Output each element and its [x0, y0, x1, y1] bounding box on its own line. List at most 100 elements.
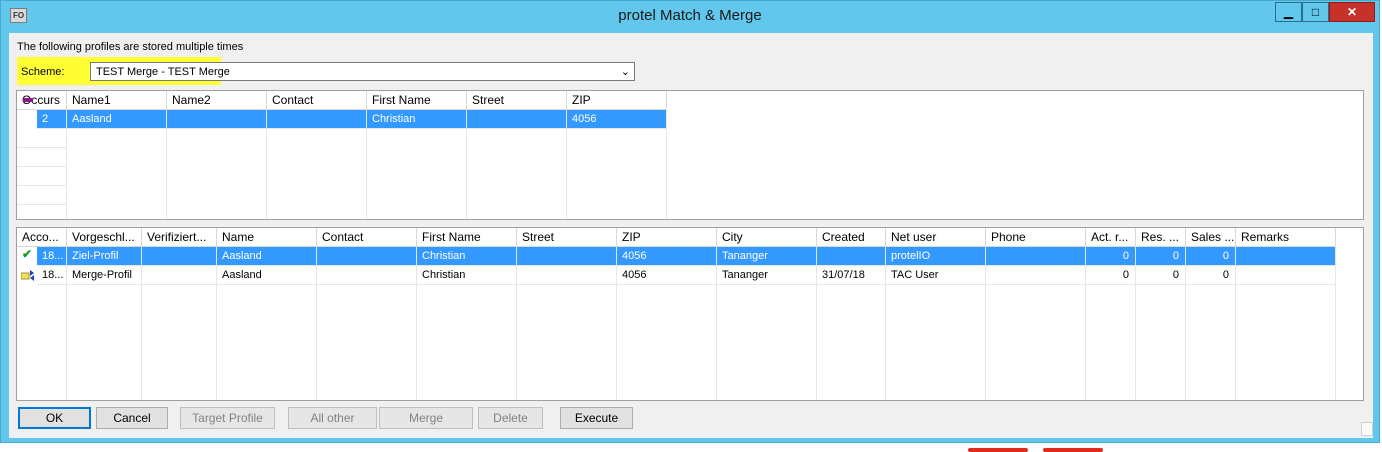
- cell-occurs[interactable]: 2: [37, 110, 67, 129]
- cell-name2[interactable]: [167, 110, 267, 129]
- cell-zip[interactable]: 4056: [567, 110, 667, 129]
- column-header-phone[interactable]: Phone: [986, 228, 1086, 247]
- cell-zip[interactable]: 4056: [617, 266, 717, 285]
- target-profile-button[interactable]: Target Profile: [180, 407, 275, 429]
- column-header-first-name[interactable]: First Name: [367, 91, 467, 110]
- cell-street[interactable]: [517, 266, 617, 285]
- scheme-dropdown[interactable]: TEST Merge - TEST Merge ⌄: [90, 62, 635, 81]
- cell-name[interactable]: Aasland: [217, 266, 317, 285]
- column-header-account[interactable]: Acco...: [17, 228, 67, 247]
- all-other-button[interactable]: All other: [288, 407, 377, 429]
- cell-vorgeschlagen[interactable]: Ziel-Profil: [67, 247, 142, 266]
- empty-cell: [17, 186, 67, 205]
- empty-cell: [217, 285, 317, 400]
- empty-cell: [317, 285, 417, 400]
- resize-grip[interactable]: [1361, 422, 1373, 436]
- cell-first-name[interactable]: Christian: [367, 110, 467, 129]
- cell-sales[interactable]: 0: [1186, 247, 1236, 266]
- column-header-res[interactable]: Res. ...: [1136, 228, 1186, 247]
- empty-cell: [717, 285, 817, 400]
- empty-cell: [1236, 285, 1336, 400]
- dialog-client: The following profiles are stored multip…: [9, 33, 1373, 438]
- cell-phone[interactable]: [986, 266, 1086, 285]
- empty-cell: [17, 129, 67, 148]
- cell-first-name[interactable]: Christian: [417, 247, 517, 266]
- column-header-verifiziert[interactable]: Verifiziert...: [142, 228, 217, 247]
- intro-text: The following profiles are stored multip…: [17, 41, 244, 53]
- empty-cell: [17, 205, 67, 219]
- current-row-marker-icon: [23, 98, 33, 102]
- cell-contact[interactable]: [317, 247, 417, 266]
- column-header-name1[interactable]: Name1: [67, 91, 167, 110]
- chevron-down-icon[interactable]: ⌄: [621, 65, 630, 78]
- cell-account[interactable]: 18...: [37, 266, 67, 285]
- column-header-first-name[interactable]: First Name: [417, 228, 517, 247]
- column-header-created[interactable]: Created: [817, 228, 886, 247]
- cell-city[interactable]: Tananger: [717, 247, 817, 266]
- cell-sales[interactable]: 0: [1186, 266, 1236, 285]
- maximize-button[interactable]: □: [1302, 2, 1329, 22]
- cell-street[interactable]: [517, 247, 617, 266]
- cell-phone[interactable]: [986, 247, 1086, 266]
- empty-cell: [17, 148, 67, 167]
- red-underline-mark: [1043, 448, 1103, 452]
- column-header-contact[interactable]: Contact: [317, 228, 417, 247]
- cell-net-user[interactable]: TAC User: [886, 266, 986, 285]
- column-header-remarks[interactable]: Remarks: [1236, 228, 1336, 247]
- cell-res[interactable]: 0: [1136, 266, 1186, 285]
- empty-cell: [886, 285, 986, 400]
- cell-account[interactable]: 18...: [37, 247, 67, 266]
- empty-cell: [617, 285, 717, 400]
- execute-button[interactable]: Execute: [560, 407, 633, 429]
- cell-remarks[interactable]: [1236, 247, 1336, 266]
- column-header-name[interactable]: Name: [217, 228, 317, 247]
- column-header-net-user[interactable]: Net user: [886, 228, 986, 247]
- cell-remarks[interactable]: [1236, 266, 1336, 285]
- column-header-contact[interactable]: Contact: [267, 91, 367, 110]
- column-header-name2[interactable]: Name2: [167, 91, 267, 110]
- cell-first-name[interactable]: Christian: [417, 266, 517, 285]
- cell-name[interactable]: Aasland: [217, 247, 317, 266]
- cell-created[interactable]: [817, 247, 886, 266]
- column-header-street[interactable]: Street: [467, 91, 567, 110]
- column-header-act[interactable]: Act. r...: [1086, 228, 1136, 247]
- column-header-vorgeschlagen[interactable]: Vorgeschl...: [67, 228, 142, 247]
- column-header-sales[interactable]: Sales ...: [1186, 228, 1236, 247]
- cell-name1[interactable]: Aasland: [67, 110, 167, 129]
- column-header-zip[interactable]: ZIP: [567, 91, 667, 110]
- cell-act[interactable]: 0: [1086, 247, 1136, 266]
- cell-vorgeschlagen[interactable]: Merge-Profil: [67, 266, 142, 285]
- cell-zip[interactable]: 4056: [617, 247, 717, 266]
- cell-verifiziert[interactable]: [142, 247, 217, 266]
- title-bar[interactable]: FO protel Match & Merge ▁ □ ✕: [1, 1, 1379, 31]
- duplicates-grid[interactable]: Occurs Name1 Name2 Contact First Name St…: [16, 90, 1364, 220]
- column-header-city[interactable]: City: [717, 228, 817, 247]
- cell-street[interactable]: [467, 110, 567, 129]
- empty-cell: [267, 129, 367, 219]
- cell-contact[interactable]: [267, 110, 367, 129]
- empty-cell: [1086, 285, 1136, 400]
- cell-res[interactable]: 0: [1136, 247, 1186, 266]
- empty-cell: [17, 285, 67, 400]
- empty-cell: [1136, 285, 1186, 400]
- cell-net-user[interactable]: protelIO: [886, 247, 986, 266]
- ok-button[interactable]: OK: [18, 407, 91, 429]
- delete-button[interactable]: Delete: [478, 407, 543, 429]
- empty-cell: [1186, 285, 1236, 400]
- cell-contact[interactable]: [317, 266, 417, 285]
- merge-icon: [21, 270, 34, 281]
- cell-verifiziert[interactable]: [142, 266, 217, 285]
- profiles-grid[interactable]: Acco... Vorgeschl... Verifiziert... Name…: [16, 227, 1364, 401]
- close-button[interactable]: ✕: [1329, 2, 1375, 22]
- empty-cell: [517, 285, 617, 400]
- column-header-zip[interactable]: ZIP: [617, 228, 717, 247]
- column-header-street[interactable]: Street: [517, 228, 617, 247]
- cell-created[interactable]: 31/07/18: [817, 266, 886, 285]
- cell-act[interactable]: 0: [1086, 266, 1136, 285]
- check-icon: ✔: [22, 247, 33, 261]
- merge-button[interactable]: Merge: [379, 407, 473, 429]
- minimize-button[interactable]: ▁: [1275, 2, 1302, 22]
- cancel-button[interactable]: Cancel: [96, 407, 168, 429]
- scheme-label: Scheme:: [21, 66, 65, 78]
- cell-city[interactable]: Tananger: [717, 266, 817, 285]
